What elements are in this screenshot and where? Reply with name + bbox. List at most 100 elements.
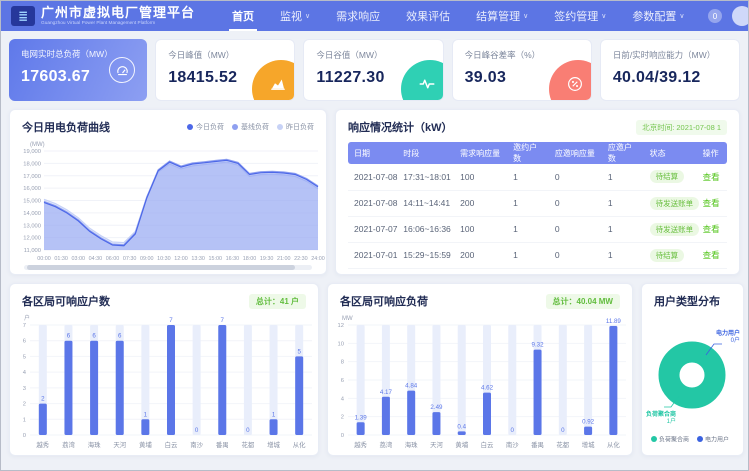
svg-text:0: 0	[511, 427, 515, 434]
response-stats-panel: 响应情况统计（kW） 北京时间: 2021-07-08 1 日期时段需求响应量邀…	[335, 109, 740, 275]
svg-text:海珠: 海珠	[405, 440, 418, 449]
nav-item-settlement[interactable]: 结算管理∨	[463, 1, 541, 31]
legend-item-0[interactable]: 今日负荷	[187, 122, 224, 132]
cell-period: 17:31~18:01	[397, 164, 454, 190]
table-row: 2021-07-0814:11~14:41200101待发送账单查看	[348, 190, 727, 216]
svg-text:南沙: 南沙	[190, 440, 203, 449]
svg-text:19,000: 19,000	[23, 149, 41, 155]
cell-demand: 100	[454, 164, 507, 190]
nav-item-contract[interactable]: 签约管理∨	[541, 1, 619, 31]
status-badge: 待发送账单	[650, 197, 700, 210]
svg-text:越秀: 越秀	[36, 440, 49, 449]
status-badge: 待结算	[650, 249, 685, 262]
svg-text:22:30: 22:30	[294, 256, 308, 262]
chevron-down-icon: ∨	[523, 12, 528, 20]
svg-text:4: 4	[23, 370, 27, 376]
svg-text:天河: 天河	[430, 441, 443, 449]
cell-date: 2021-07-08	[348, 190, 397, 216]
cell-accepted: 0	[549, 242, 602, 268]
status-badge: 待发送账单	[650, 223, 700, 236]
status-badge: 待结算	[650, 170, 685, 183]
svg-text:17,000: 17,000	[23, 174, 41, 180]
nav-item-params[interactable]: 参数配置∨	[619, 1, 697, 31]
chart-zoom-scrollbar[interactable]	[24, 265, 312, 270]
svg-text:白云: 白云	[481, 440, 494, 449]
svg-text:12: 12	[338, 323, 344, 329]
topbar-right: 0	[708, 6, 738, 26]
response-stats-title: 响应情况统计（kW）	[348, 119, 453, 135]
svg-text:6: 6	[341, 378, 344, 384]
cell-accepted_users: 1	[602, 242, 644, 268]
kpi-card-2: 今日谷值（MW）11227.30	[303, 39, 443, 101]
nav-item-monitor[interactable]: 监视∨	[267, 1, 323, 31]
svg-text:19:30: 19:30	[260, 256, 274, 262]
district-users-total-badge: 总计：41 户	[249, 294, 306, 309]
notification-badge[interactable]: 0	[708, 9, 722, 23]
cell-date: 2021-07-01	[348, 242, 397, 268]
cell-date: 2021-07-07	[348, 216, 397, 242]
load-curve-legend: 今日负荷 基线负荷 昨日负荷	[187, 122, 314, 132]
gauge-icon	[109, 57, 135, 83]
legend-label: 昨日负荷	[286, 122, 314, 132]
percent-gauge-icon	[549, 60, 592, 101]
svg-text:8: 8	[341, 360, 344, 366]
svg-text:荔湾: 荔湾	[62, 440, 75, 449]
beijing-time-label: 北京时间: 2021-07-08 1	[636, 120, 727, 135]
svg-text:4: 4	[341, 396, 345, 402]
svg-text:21:00: 21:00	[277, 256, 291, 262]
cell-period: 15:29~15:59	[397, 242, 454, 268]
chart-zoom-thumb[interactable]	[27, 265, 295, 270]
svg-text:白云: 白云	[165, 440, 178, 449]
kpi-card-0: 电网实时总负荷（MW）17603.67	[9, 39, 147, 101]
svg-text:6: 6	[67, 333, 71, 340]
cell-accepted: 0	[549, 216, 602, 242]
view-link[interactable]: 查看	[703, 198, 720, 208]
svg-text:4.17: 4.17	[380, 389, 393, 396]
nav-item-effect-eval[interactable]: 效果评估	[393, 1, 463, 31]
app-title: 广州市虚拟电厂管理平台	[41, 6, 195, 19]
svg-text:0.4: 0.4	[457, 423, 466, 430]
svg-text:番禺: 番禺	[216, 441, 229, 449]
legend-item-2[interactable]: 昨日负荷	[277, 122, 314, 132]
svg-text:2.49: 2.49	[430, 404, 443, 411]
main-nav: 首页监视∨需求响应效果评估结算管理∨签约管理∨参数配置∨	[219, 1, 698, 31]
kpi-card-4: 日前/实时响应能力（MW）40.04/39.12	[600, 39, 740, 101]
svg-text:从化: 从化	[607, 440, 620, 449]
svg-text:6: 6	[118, 333, 122, 340]
svg-text:花都: 花都	[556, 440, 569, 449]
brand: 广州市虚拟电厂管理平台 Guangzhou Virtual Power Plan…	[41, 6, 195, 26]
district-load-chart: MW0246810121.39越秀4.17荔湾4.84海珠2.49天河0.4黄埔…	[328, 311, 632, 453]
svg-text:2: 2	[41, 396, 45, 403]
svg-text:天河: 天河	[113, 441, 126, 449]
cell-accepted_users: 1	[602, 164, 644, 190]
view-link[interactable]: 查看	[703, 172, 720, 182]
kpi-label: 今日峰谷差率（%）	[465, 49, 579, 61]
svg-text:电力用户: 电力用户	[705, 436, 729, 444]
user-avatar[interactable]	[732, 6, 749, 26]
top-navbar: ≣ 广州市虚拟电厂管理平台 Guangzhou Virtual Power Pl…	[1, 1, 748, 31]
svg-text:09:00: 09:00	[140, 256, 154, 262]
kpi-row: 电网实时总负荷（MW）17603.67今日峰值（MW）18415.52今日谷值（…	[9, 39, 740, 101]
view-link[interactable]: 查看	[703, 224, 720, 234]
nav-item-home[interactable]: 首页	[219, 1, 267, 31]
svg-text:16:30: 16:30	[226, 256, 240, 262]
view-link[interactable]: 查看	[703, 250, 720, 260]
bottom-row: 各区局可响应户数 总计：41 户 户012345672越秀6荔湾6海珠6天河1黄…	[9, 283, 740, 456]
svg-text:增城: 增城	[267, 440, 280, 449]
svg-text:从化: 从化	[293, 440, 306, 449]
svg-text:04:30: 04:30	[89, 256, 103, 262]
column-header: 需求响应量	[454, 142, 507, 164]
svg-text:负荷聚合商: 负荷聚合商	[659, 436, 689, 444]
legend-item-1[interactable]: 基线负荷	[232, 122, 269, 132]
nav-item-demand-response[interactable]: 需求响应	[323, 1, 393, 31]
svg-text:0: 0	[561, 427, 565, 434]
svg-text:9.32: 9.32	[532, 342, 545, 349]
svg-text:15,000: 15,000	[23, 199, 41, 205]
svg-text:7: 7	[169, 317, 173, 324]
legend-label: 基线负荷	[241, 122, 269, 132]
legend-dot-icon	[187, 124, 193, 130]
svg-text:(MW): (MW)	[30, 142, 45, 148]
kpi-label: 今日谷值（MW）	[316, 49, 430, 61]
cell-demand: 100	[454, 216, 507, 242]
svg-text:16,000: 16,000	[23, 186, 41, 192]
